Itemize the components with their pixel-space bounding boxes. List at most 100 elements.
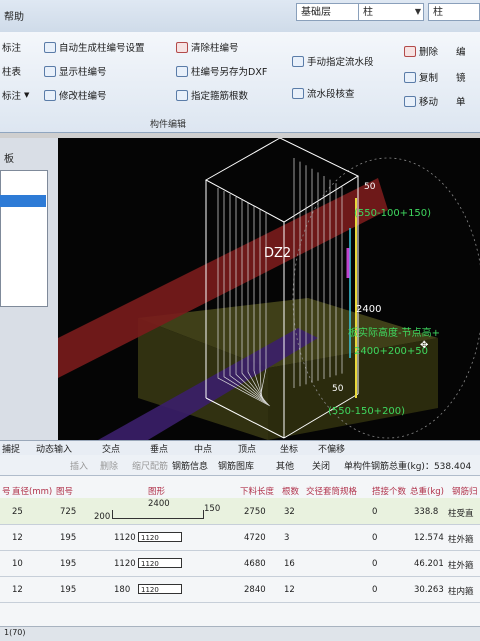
shape-left-dim: 200	[94, 512, 111, 522]
cell-diameter: 10	[12, 559, 23, 569]
cell-category: 柱内箍	[448, 587, 474, 597]
viewport-canvas	[58, 138, 480, 440]
stirrup-count-button[interactable]: 指定箍筋根数	[176, 88, 248, 102]
ribbon: 标注 柱表 标注 ▼ 自动生成柱编号设置 显示柱编号 修改柱编号 清除柱编号 柱编…	[0, 32, 480, 133]
table-row[interactable]: 12 195 4720 3 0 12.574 柱外箍 1120 1120	[0, 524, 480, 551]
stirrup-shape-box: 1120	[138, 584, 182, 594]
col-header-shape: 图形	[148, 487, 166, 497]
component-list[interactable]	[0, 170, 48, 307]
menu-help[interactable]: 帮助	[4, 8, 24, 23]
rebar-close-button[interactable]: 关闭	[312, 459, 330, 472]
rebar-delete-button[interactable]: 删除	[100, 459, 118, 472]
cell-length: 2840	[244, 585, 266, 595]
copy-icon	[404, 71, 416, 83]
shape-mid-dim: 2400	[148, 499, 170, 509]
cell-diameter: 25	[12, 507, 23, 517]
cell-fig: 725	[60, 507, 77, 517]
col-header-count: 根数	[282, 487, 300, 497]
rebar-library-button[interactable]: 钢筋图库	[218, 459, 254, 472]
col-header-weight: 总重(kg)	[410, 487, 444, 497]
cursor-icon: ✥	[420, 340, 429, 351]
stirrup-icon	[176, 89, 188, 101]
snap-vertex[interactable]: 顶点	[238, 442, 256, 455]
edit-extra-button[interactable]: 编	[456, 44, 466, 58]
cell-category: 柱外箍	[448, 561, 474, 571]
flow-segment-check-button[interactable]: 流水段核查	[292, 86, 355, 100]
snap-offset-select[interactable]: 不偏移	[318, 442, 345, 455]
table-row[interactable]: 12 195 2840 12 0 30.263 柱内箍 180 1120	[0, 576, 480, 603]
stirrup-shape-box: 1120	[138, 532, 182, 542]
snap-midpoint[interactable]: 中点	[194, 442, 212, 455]
show-number-button[interactable]: 显示柱编号	[44, 64, 107, 78]
move-button[interactable]: 移动	[404, 94, 438, 108]
cell-sleeve: 0	[372, 533, 378, 543]
cell-fig: 195	[60, 533, 77, 543]
cell-weight: 12.574	[414, 533, 444, 543]
shape-left-dim: 180	[114, 585, 131, 595]
snap-coordinate[interactable]: 坐标	[280, 442, 298, 455]
rebar-info-button[interactable]: 钢筋信息	[172, 459, 208, 472]
snap-capture[interactable]: 捕捉	[2, 442, 20, 455]
annot-bottom-value: 50	[332, 384, 344, 394]
table-row[interactable]: 25 725 2750 32 0 338.8 柱受直 200 2400 150	[0, 498, 480, 525]
flow-icon	[292, 55, 304, 67]
move-icon	[404, 95, 416, 107]
cell-count: 16	[284, 559, 295, 569]
cell-length: 4680	[244, 559, 266, 569]
single-button[interactable]: 单	[456, 94, 466, 108]
status-bar: 1(70)	[0, 626, 480, 641]
component-subtype-select[interactable]: 柱	[428, 3, 480, 21]
snap-toolbar: 捕捉 动态输入 交点 垂点 中点 顶点 坐标 不偏移	[0, 440, 480, 456]
snap-intersection[interactable]: 交点	[102, 442, 120, 455]
auto-number-settings-button[interactable]: 自动生成柱编号设置	[44, 40, 145, 54]
ribbon-btn-annotate[interactable]: 标注	[2, 40, 21, 54]
clear-number-button[interactable]: 清除柱编号	[176, 40, 239, 54]
edit-number-button[interactable]: 修改柱编号	[44, 88, 107, 102]
shape-left-dim: 1120	[114, 559, 136, 569]
chevron-down-icon: ▼	[414, 7, 421, 16]
export-dxf-button[interactable]: 柱编号另存为DXF	[176, 64, 267, 78]
cell-sleeve: 0	[372, 507, 378, 517]
annot-mid-formula2: 2400+200+50	[354, 346, 429, 357]
snap-perpendicular[interactable]: 垂点	[150, 442, 168, 455]
shape-left-dim: 1120	[114, 533, 136, 543]
col-header-sleeve: 交径套筒规格	[306, 487, 358, 497]
show-icon	[44, 65, 56, 77]
cell-category: 柱外箍	[448, 535, 474, 545]
delete-button[interactable]: 删除	[404, 44, 438, 58]
rebar-toolbar: 插入 删除 缩尺配筋 钢筋信息 钢筋图库 其他 关闭 单构件钢筋总重(kg)：5…	[0, 455, 480, 476]
table-row[interactable]: 10 195 4680 16 0 46.201 柱外箍 1120 1120	[0, 550, 480, 577]
mirror-button[interactable]: 镜	[456, 70, 466, 84]
cell-length: 4720	[244, 533, 266, 543]
settings-icon	[44, 41, 56, 53]
column-label: DZ2	[264, 246, 292, 261]
annot-mid-value: 2400	[356, 304, 382, 315]
col-header-diameter: 直径(mm)	[12, 487, 53, 497]
cell-fig: 195	[60, 585, 77, 595]
shape-right-dim: 150	[204, 504, 221, 514]
rebar-other-button[interactable]: 其他	[276, 459, 294, 472]
cell-diameter: 12	[12, 533, 23, 543]
ribbon-btn-column-table[interactable]: 柱表	[2, 64, 21, 78]
component-list-selected-item[interactable]	[0, 195, 46, 207]
cell-sleeve: 0	[372, 585, 378, 595]
status-page: 1(70)	[4, 628, 26, 637]
snap-dynamic-input[interactable]: 动态输入	[36, 442, 72, 455]
3d-viewport[interactable]: DZ2 50 (550-100+150) 2400 板实际高度-节点高+ 240…	[58, 138, 480, 440]
cell-category: 柱受直	[448, 509, 474, 519]
rebar-scale-button[interactable]: 缩尺配筋	[132, 459, 168, 472]
col-header-index: 号	[2, 487, 11, 497]
cell-sleeve: 0	[372, 559, 378, 569]
cell-weight: 338.8	[414, 507, 439, 517]
annot-top-formula: (550-100+150)	[354, 208, 432, 219]
cell-diameter: 12	[12, 585, 23, 595]
copy-button[interactable]: 复制	[404, 70, 438, 84]
manual-flow-segment-button[interactable]: 手动指定流水段	[292, 54, 374, 68]
col-header-category: 钢筋归	[452, 487, 478, 497]
ribbon-btn-annotate2[interactable]: 标注 ▼	[2, 88, 29, 102]
component-type-select[interactable]: 柱 ▼	[358, 3, 424, 21]
clear-icon	[176, 41, 188, 53]
edit-icon	[44, 89, 56, 101]
col-header-lap: 搭接个数	[372, 487, 407, 497]
rebar-insert-button[interactable]: 插入	[70, 459, 88, 472]
